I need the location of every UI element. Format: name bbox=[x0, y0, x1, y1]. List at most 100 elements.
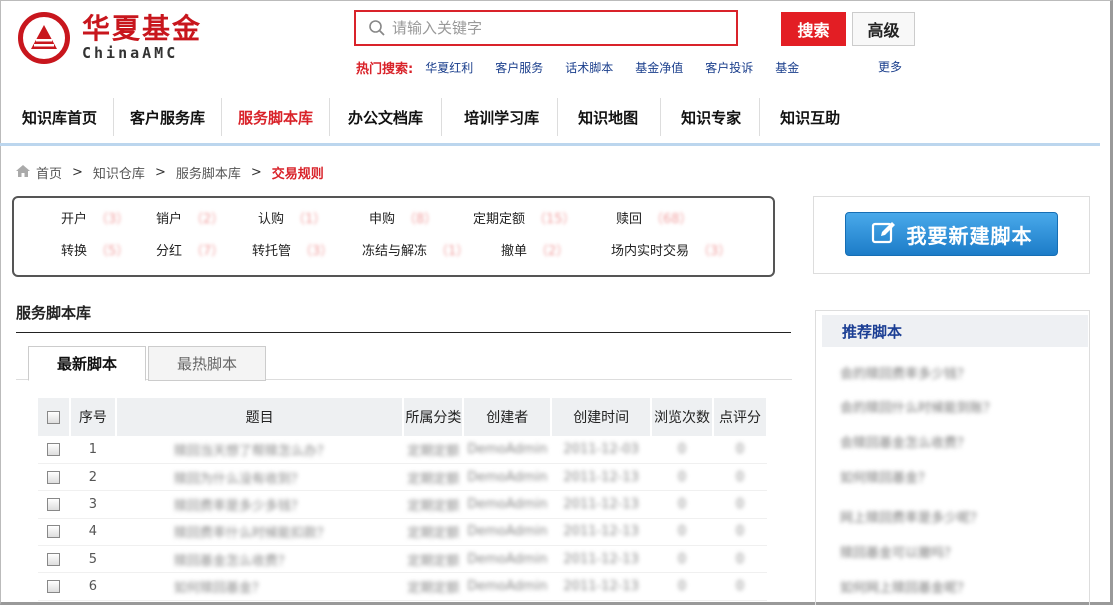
table-row[interactable]: 5 赎回基金怎么收费？ 定期定额 DemoAdmin 2011-12-13 0 0 bbox=[38, 545, 767, 574]
row-rating: 0 bbox=[713, 436, 767, 464]
row-category: 定期定额 bbox=[403, 572, 464, 601]
category-link[interactable]: 冻结与解冻 （1） bbox=[362, 240, 469, 259]
row-views: 0 bbox=[651, 436, 714, 464]
advanced-search-button[interactable]: 高级 bbox=[852, 12, 915, 46]
select-all-checkbox[interactable] bbox=[46, 410, 60, 424]
row-title[interactable]: 赎回为什么没有收到？ bbox=[115, 463, 404, 492]
script-tabs: 最新脚本 最热脚本 bbox=[16, 346, 792, 381]
logo-icon bbox=[18, 12, 70, 64]
row-category: 定期定额 bbox=[403, 436, 464, 464]
script-table: 序号 题目 所属分类 创建者 创建时间 浏览次数 点评分 1 赎回当天想了帮赎怎么… bbox=[38, 398, 768, 601]
row-index: 5 bbox=[69, 545, 116, 574]
row-rating: 0 bbox=[713, 518, 767, 547]
hot-term-link[interactable]: 话术脚本 bbox=[565, 59, 613, 76]
tab-latest[interactable]: 最新脚本 bbox=[28, 346, 146, 381]
column-header: 题目 bbox=[115, 398, 405, 436]
hot-more-link[interactable]: 更多 bbox=[878, 58, 902, 75]
row-title[interactable]: 赎回基金怎么收费？ bbox=[115, 545, 404, 574]
section-title: 服务脚本库 bbox=[16, 304, 92, 322]
row-checkbox[interactable] bbox=[47, 525, 61, 539]
breadcrumb: 首页 > 知识仓库 > 服务脚本库 > 交易规则 bbox=[16, 163, 324, 182]
table-row[interactable]: 4 赎回费率什么时候能扣款？ 定期定额 DemoAdmin 2011-12-13 0 0 bbox=[38, 518, 767, 547]
row-title[interactable]: 如何赎回基金？ bbox=[115, 572, 404, 601]
recommended-item[interactable]: 赎回基金可以撤吗？ bbox=[840, 542, 957, 561]
table-row[interactable]: 3 赎回费率是多少多钱？ 定期定额 DemoAdmin 2011-12-13 0 0 bbox=[38, 490, 767, 519]
column-header: 创建者 bbox=[463, 398, 553, 436]
row-category: 定期定额 bbox=[403, 545, 464, 574]
recommended-item[interactable]: 网上赎回费率是多少呢？ bbox=[840, 507, 983, 526]
table-row[interactable]: 6 如何赎回基金？ 定期定额 DemoAdmin 2011-12-13 0 0 bbox=[38, 572, 767, 601]
nav-item-service-scripts[interactable]: 服务脚本库 bbox=[222, 98, 331, 136]
row-rating: 0 bbox=[713, 572, 767, 601]
search-button[interactable]: 搜索 bbox=[781, 12, 846, 46]
column-header: 点评分 bbox=[713, 398, 768, 436]
row-checkbox-cell bbox=[38, 518, 70, 547]
logo[interactable]: 华夏基金 ChinaAMC bbox=[18, 12, 202, 64]
hot-term-link[interactable]: 客户投诉 bbox=[705, 59, 753, 76]
new-script-button[interactable]: 我要新建脚本 bbox=[845, 212, 1058, 256]
nav-item-customer-service[interactable]: 客户服务库 bbox=[114, 98, 223, 136]
row-creator: DemoAdmin bbox=[463, 572, 552, 601]
category-link[interactable]: 转换 （5） bbox=[61, 240, 129, 259]
recommended-item[interactable]: 会赎回基金怎么收费？ bbox=[840, 432, 970, 451]
row-checkbox[interactable] bbox=[47, 442, 61, 456]
recommended-item[interactable]: 会的赎回什么时候能到账？ bbox=[840, 397, 996, 416]
row-category: 定期定额 bbox=[403, 490, 464, 519]
hot-term-link[interactable]: 基金 bbox=[775, 59, 799, 76]
hot-term-link[interactable]: 华夏红利 bbox=[425, 59, 473, 76]
category-link[interactable]: 申购 （8） bbox=[369, 208, 437, 227]
nav-item-mutual-help[interactable]: 知识互助 bbox=[760, 98, 858, 136]
row-creator: DemoAdmin bbox=[463, 545, 552, 574]
category-link[interactable]: 场内实时交易 （3） bbox=[611, 240, 731, 259]
category-link[interactable]: 定期定额 （15） bbox=[473, 208, 576, 227]
nav-item-knowledge-map[interactable]: 知识地图 bbox=[558, 98, 662, 136]
row-created-time: 2011-12-13 bbox=[551, 545, 652, 574]
row-checkbox[interactable] bbox=[47, 580, 61, 594]
table-row[interactable]: 2 赎回为什么没有收到？ 定期定额 DemoAdmin 2011-12-13 0 0 bbox=[38, 463, 767, 492]
search-input[interactable] bbox=[392, 13, 722, 43]
breadcrumb-separator: > bbox=[72, 165, 83, 180]
row-creator: DemoAdmin bbox=[463, 490, 552, 519]
section-divider bbox=[16, 332, 791, 333]
category-link[interactable]: 分红 （7） bbox=[156, 240, 224, 259]
breadcrumb-home[interactable]: 首页 bbox=[36, 163, 62, 182]
breadcrumb-item[interactable]: 知识仓库 bbox=[93, 163, 145, 182]
recommended-item[interactable]: 如何网上赎回基金呢？ bbox=[840, 577, 970, 596]
row-checkbox-cell bbox=[38, 572, 70, 601]
category-link[interactable]: 认购 （1） bbox=[258, 208, 326, 227]
row-creator: DemoAdmin bbox=[463, 518, 552, 547]
row-views: 0 bbox=[651, 518, 714, 547]
category-link[interactable]: 转托管 （3） bbox=[252, 240, 333, 259]
table-row[interactable]: 1 赎回当天想了帮赎怎么办？ 定期定额 DemoAdmin 2011-12-03 0 0 bbox=[38, 436, 767, 464]
recommended-item[interactable]: 如何赎回基金？ bbox=[840, 467, 931, 486]
nav-item-office-docs[interactable]: 办公文档库 bbox=[330, 98, 443, 136]
row-checkbox[interactable] bbox=[47, 470, 61, 484]
row-title[interactable]: 赎回费率是多少多钱？ bbox=[115, 490, 404, 519]
tab-hottest[interactable]: 最热脚本 bbox=[148, 346, 266, 381]
category-box: 开户 （3） 销户 （2） 认购 （1） 申购 （8） 定期定额 （15） 赎回 （68） … bbox=[12, 196, 775, 277]
hot-searches: 热门搜索: 华夏红利 客户服务 话术脚本 基金净值 客户投诉 基金 更多 bbox=[356, 58, 902, 77]
select-all-header bbox=[38, 398, 71, 436]
hot-term-link[interactable]: 基金净值 bbox=[635, 59, 683, 76]
home-icon bbox=[16, 164, 30, 181]
category-link[interactable]: 撤单 （2） bbox=[501, 240, 569, 259]
nav-item-home[interactable]: 知识库首页 bbox=[0, 98, 115, 136]
row-title[interactable]: 赎回费率什么时候能扣款？ bbox=[115, 518, 404, 547]
row-checkbox-cell bbox=[38, 463, 70, 492]
recommended-item[interactable]: 会的赎回费率多少钱？ bbox=[840, 363, 970, 382]
category-link[interactable]: 开户 （3） bbox=[61, 208, 129, 227]
search-icon bbox=[362, 12, 392, 44]
row-rating: 0 bbox=[713, 490, 767, 519]
nav-item-experts[interactable]: 知识专家 bbox=[661, 98, 761, 136]
row-checkbox[interactable] bbox=[47, 552, 61, 566]
nav-item-training[interactable]: 培训学习库 bbox=[442, 98, 559, 136]
row-category: 定期定额 bbox=[403, 518, 464, 547]
category-link[interactable]: 销户 （2） bbox=[156, 208, 224, 227]
row-checkbox[interactable] bbox=[47, 497, 61, 511]
breadcrumb-item[interactable]: 服务脚本库 bbox=[176, 163, 241, 182]
hot-term-link[interactable]: 客户服务 bbox=[495, 59, 543, 76]
row-index: 1 bbox=[69, 436, 116, 464]
row-title[interactable]: 赎回当天想了帮赎怎么办？ bbox=[115, 436, 404, 464]
category-link[interactable]: 赎回 （68） bbox=[616, 208, 693, 227]
edit-icon bbox=[871, 219, 897, 250]
